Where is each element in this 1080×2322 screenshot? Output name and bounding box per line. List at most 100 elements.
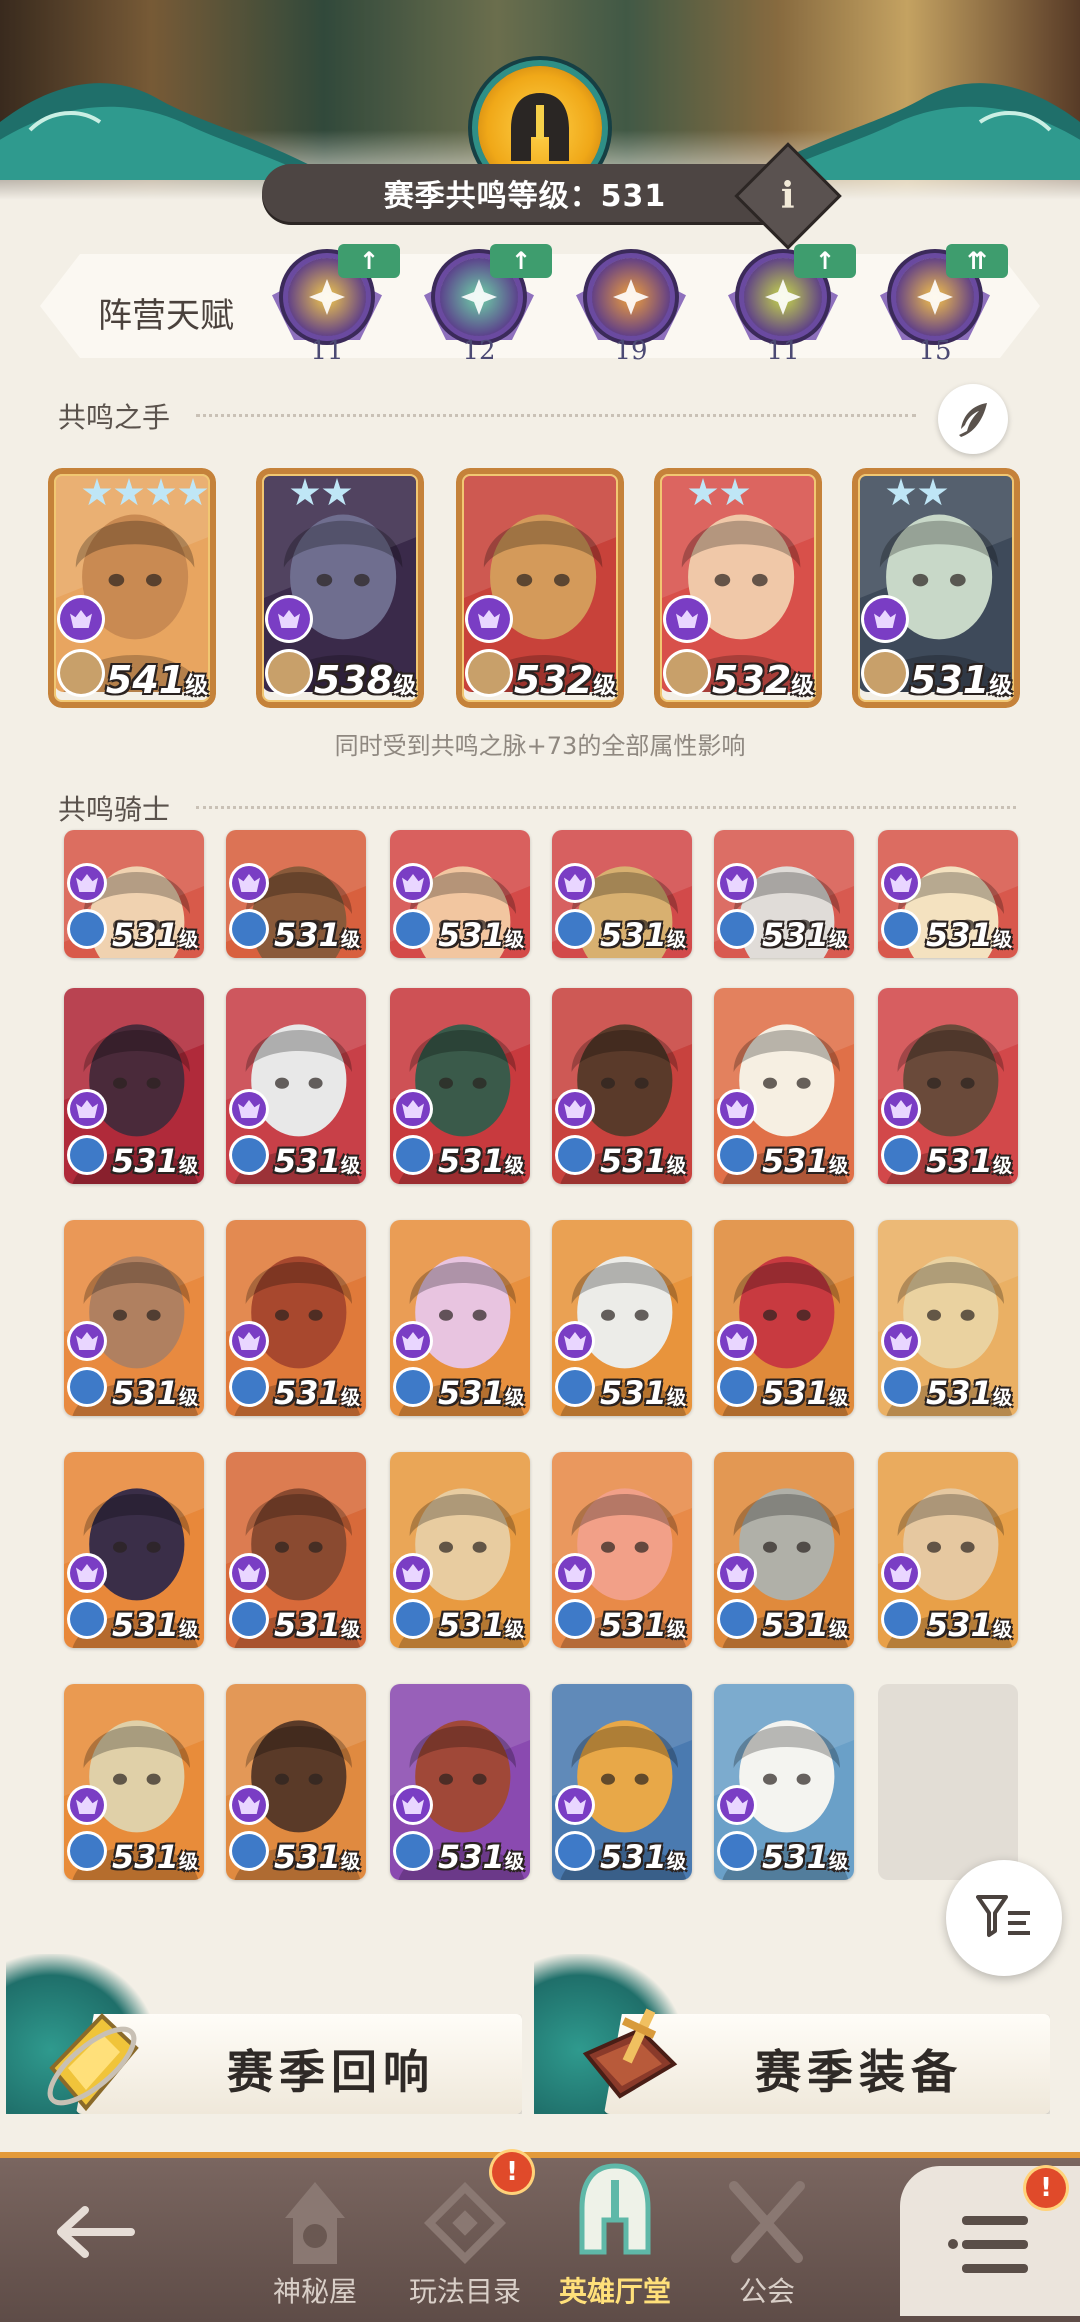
star-icon <box>688 478 718 506</box>
hero-level: 531级 <box>112 1838 198 1876</box>
chest-sword-icon <box>582 2008 678 2099</box>
class-icon <box>558 1788 592 1822</box>
resonance-knight-card[interactable]: 531级 <box>226 988 366 1184</box>
back-button[interactable] <box>30 2158 160 2322</box>
resonance-knight-card[interactable]: 531级 <box>226 1452 366 1648</box>
resonance-knight-card[interactable]: 531级 <box>390 830 530 958</box>
class-icon <box>232 1788 266 1822</box>
faction-talent-title: 阵营天赋 <box>98 296 234 336</box>
class-icon <box>558 1092 592 1126</box>
nav-guild[interactable]: 公会 <box>702 2158 832 2322</box>
info-icon: i <box>780 175 796 217</box>
resonance-knight-card[interactable]: 531级 <box>878 830 1018 958</box>
hero-level: 531级 <box>438 1374 524 1412</box>
faction-talent-3[interactable]: 19 <box>576 250 686 370</box>
season-equipment-label: 赛季装备 <box>755 2045 963 2099</box>
resonance-knight-card[interactable]: 531级 <box>226 1220 366 1416</box>
resonance-knight-card[interactable]: 531级 <box>226 1684 366 1880</box>
resonance-knight-card[interactable]: 531级 <box>390 988 530 1184</box>
class-icon <box>720 866 754 900</box>
faction-talent-1[interactable]: ↑ 11 <box>272 244 400 370</box>
class-icon <box>396 866 430 900</box>
resonance-knight-card[interactable]: 531级 <box>552 988 692 1184</box>
upgrade-available-icon: ↑ <box>794 244 856 278</box>
faction-icon <box>396 1834 430 1868</box>
class-icon <box>232 1556 266 1590</box>
resonance-knight-card[interactable]: 531级 <box>390 1220 530 1416</box>
faction-level: 12 <box>462 336 496 366</box>
star-icon <box>720 478 750 506</box>
faction-talent-5[interactable]: ⇈ 15 <box>880 244 1008 370</box>
resonance-knight-card[interactable]: 531级 <box>390 1684 530 1880</box>
upgrade-available-icon: ↑ <box>338 244 400 278</box>
hero-level: 531级 <box>926 1606 1012 1644</box>
resonance-hand-card[interactable]: 541级 <box>48 468 216 708</box>
faction-icon <box>720 1138 754 1172</box>
faction-icon <box>720 1370 754 1404</box>
resonance-knights-title: 共鸣骑士 <box>58 793 171 826</box>
nav-label: 英雄厅堂 <box>558 2275 671 2308</box>
star-icon <box>918 478 948 506</box>
hero-level: 531级 <box>762 1142 848 1180</box>
faction-level: 15 <box>918 336 952 366</box>
faction-talent-2[interactable]: ↑ 12 <box>424 244 552 370</box>
resonance-knight-card[interactable]: 531级 <box>64 830 204 958</box>
resonance-hand-card[interactable]: 532级 <box>654 468 822 708</box>
resonance-knight-card[interactable]: 531级 <box>714 830 854 958</box>
hero-level: 531级 <box>274 916 360 954</box>
main-menu-button[interactable]: ! <box>900 2166 1080 2316</box>
resonance-knight-card[interactable]: 531级 <box>64 1220 204 1416</box>
resonance-knight-card[interactable]: 531级 <box>714 988 854 1184</box>
faction-icon <box>558 1370 592 1404</box>
nav-mystery-house[interactable]: 神秘屋 <box>250 2158 380 2322</box>
edit-quill-button[interactable] <box>938 384 1008 454</box>
faction-icon <box>60 652 102 694</box>
season-equipment-button[interactable]: 赛季装备 <box>534 1954 1054 2124</box>
empty-knight-slot[interactable] <box>878 1684 1018 1880</box>
alert-badge: ! <box>492 2152 532 2192</box>
resonance-hand-card[interactable]: 538级 <box>256 468 424 708</box>
resonance-knight-card[interactable]: 531级 <box>390 1452 530 1648</box>
resonance-knight-card[interactable]: 531级 <box>64 1684 204 1880</box>
hero-level: 531级 <box>762 1606 848 1644</box>
class-icon <box>558 1324 592 1358</box>
resonance-knight-card[interactable]: 531级 <box>714 1220 854 1416</box>
resonance-hands-title: 共鸣之手 <box>58 401 171 434</box>
nav-game-modes[interactable]: 玩法目录 ! <box>400 2152 532 2322</box>
faction-icon <box>468 652 510 694</box>
star-rank <box>82 478 208 510</box>
amber-gem-icon <box>47 2013 139 2112</box>
resonance-knight-card[interactable]: 531级 <box>552 1684 692 1880</box>
resonance-knight-card[interactable]: 531级 <box>552 830 692 958</box>
star-icon <box>178 478 208 506</box>
class-icon <box>60 598 102 640</box>
faction-icon <box>396 1370 430 1404</box>
resonance-knight-card[interactable]: 531级 <box>64 1452 204 1648</box>
faction-icon <box>720 912 754 946</box>
class-icon <box>884 866 918 900</box>
faction-talent-4[interactable]: ↑ 11 <box>728 244 856 370</box>
resonance-knight-card[interactable]: 531级 <box>878 988 1018 1184</box>
resonance-knight-card[interactable]: 531级 <box>226 830 366 958</box>
season-echo-button[interactable]: 赛季回响 <box>6 1954 526 2124</box>
faction-icon <box>558 912 592 946</box>
resonance-knight-card[interactable]: 531级 <box>714 1452 854 1648</box>
star-rank <box>290 478 352 510</box>
star-icon <box>114 478 144 506</box>
resonance-knight-card[interactable]: 531级 <box>552 1220 692 1416</box>
resonance-knight-card[interactable]: 531级 <box>878 1452 1018 1648</box>
hero-level: 531级 <box>762 916 848 954</box>
resonance-knight-card[interactable]: 531级 <box>878 1220 1018 1416</box>
class-icon <box>666 598 708 640</box>
faction-icon <box>720 1602 754 1636</box>
class-icon <box>396 1788 430 1822</box>
nav-hero-hall[interactable]: 英雄厅堂 <box>550 2158 680 2322</box>
class-icon <box>720 1092 754 1126</box>
resonance-knight-card[interactable]: 531级 <box>64 988 204 1184</box>
resonance-hand-card[interactable]: 531级 <box>852 468 1020 708</box>
resonance-hand-card[interactable]: 532级 <box>456 468 624 708</box>
quill-icon <box>959 403 987 437</box>
resonance-knight-card[interactable]: 531级 <box>552 1452 692 1648</box>
resonance-knight-card[interactable]: 531级 <box>714 1684 854 1880</box>
class-icon <box>864 598 906 640</box>
